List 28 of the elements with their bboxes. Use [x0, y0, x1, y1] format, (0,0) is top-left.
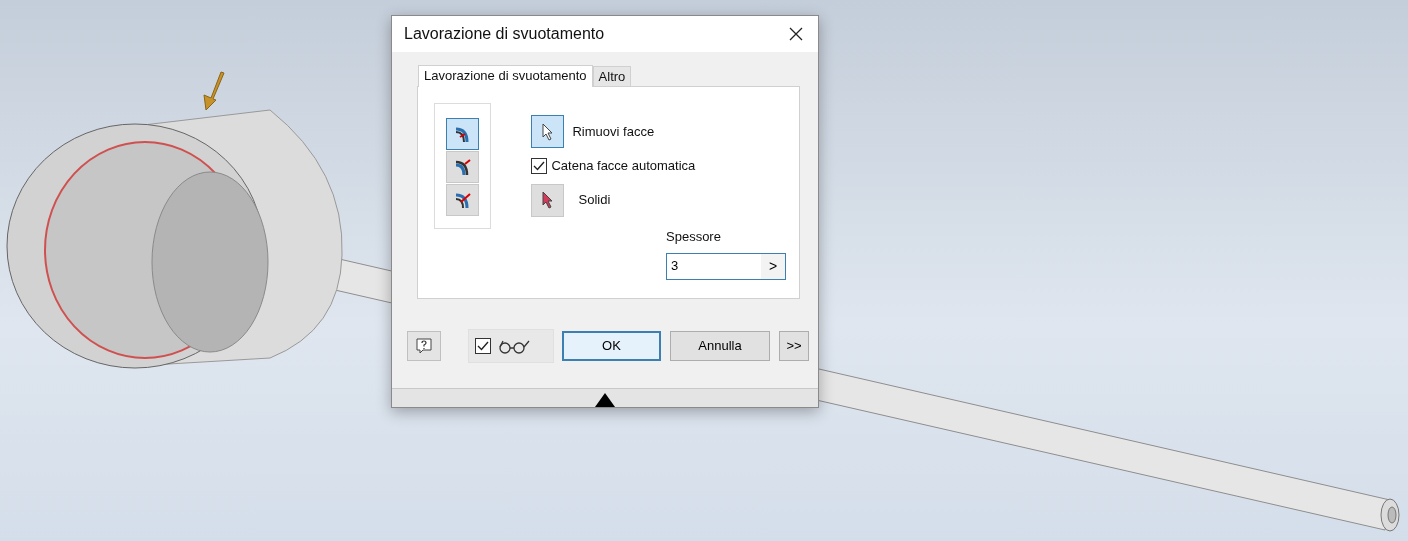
cancel-button[interactable]: Annulla [670, 331, 770, 361]
help-icon [415, 337, 433, 355]
more-button[interactable]: >> [779, 331, 809, 361]
select-button[interactable] [531, 183, 565, 217]
cursor-icon [541, 191, 555, 209]
preview-toggle[interactable] [468, 329, 554, 363]
thickness-field[interactable]: 3 > [666, 252, 786, 280]
checkbox-label: Catena facce automatica [551, 157, 696, 175]
expand-icon [594, 392, 616, 407]
select-button[interactable] [531, 115, 565, 148]
option-label: Solidi [578, 191, 611, 210]
checkbox[interactable] [475, 338, 491, 354]
field-label: Spessore [666, 228, 722, 246]
window-title: Lavorazione di svuotamento [404, 24, 605, 44]
option-label: Rimuovi facce [572, 122, 655, 141]
direction-button[interactable] [446, 151, 480, 183]
close-icon [788, 26, 804, 42]
glasses-icon [497, 338, 531, 354]
arrow-button[interactable]: > [761, 253, 785, 279]
arrow-icon [203, 71, 225, 111]
direction-button[interactable] [446, 184, 480, 216]
help-button[interactable] [407, 331, 441, 361]
tab[interactable]: Lavorazione di svuotamento [418, 65, 593, 87]
direction-button[interactable] [446, 118, 480, 150]
tab[interactable]: Altro [592, 66, 632, 86]
ok-button[interactable]: OK [562, 331, 661, 361]
cursor-icon [541, 122, 555, 141]
checkbox[interactable] [531, 157, 548, 174]
